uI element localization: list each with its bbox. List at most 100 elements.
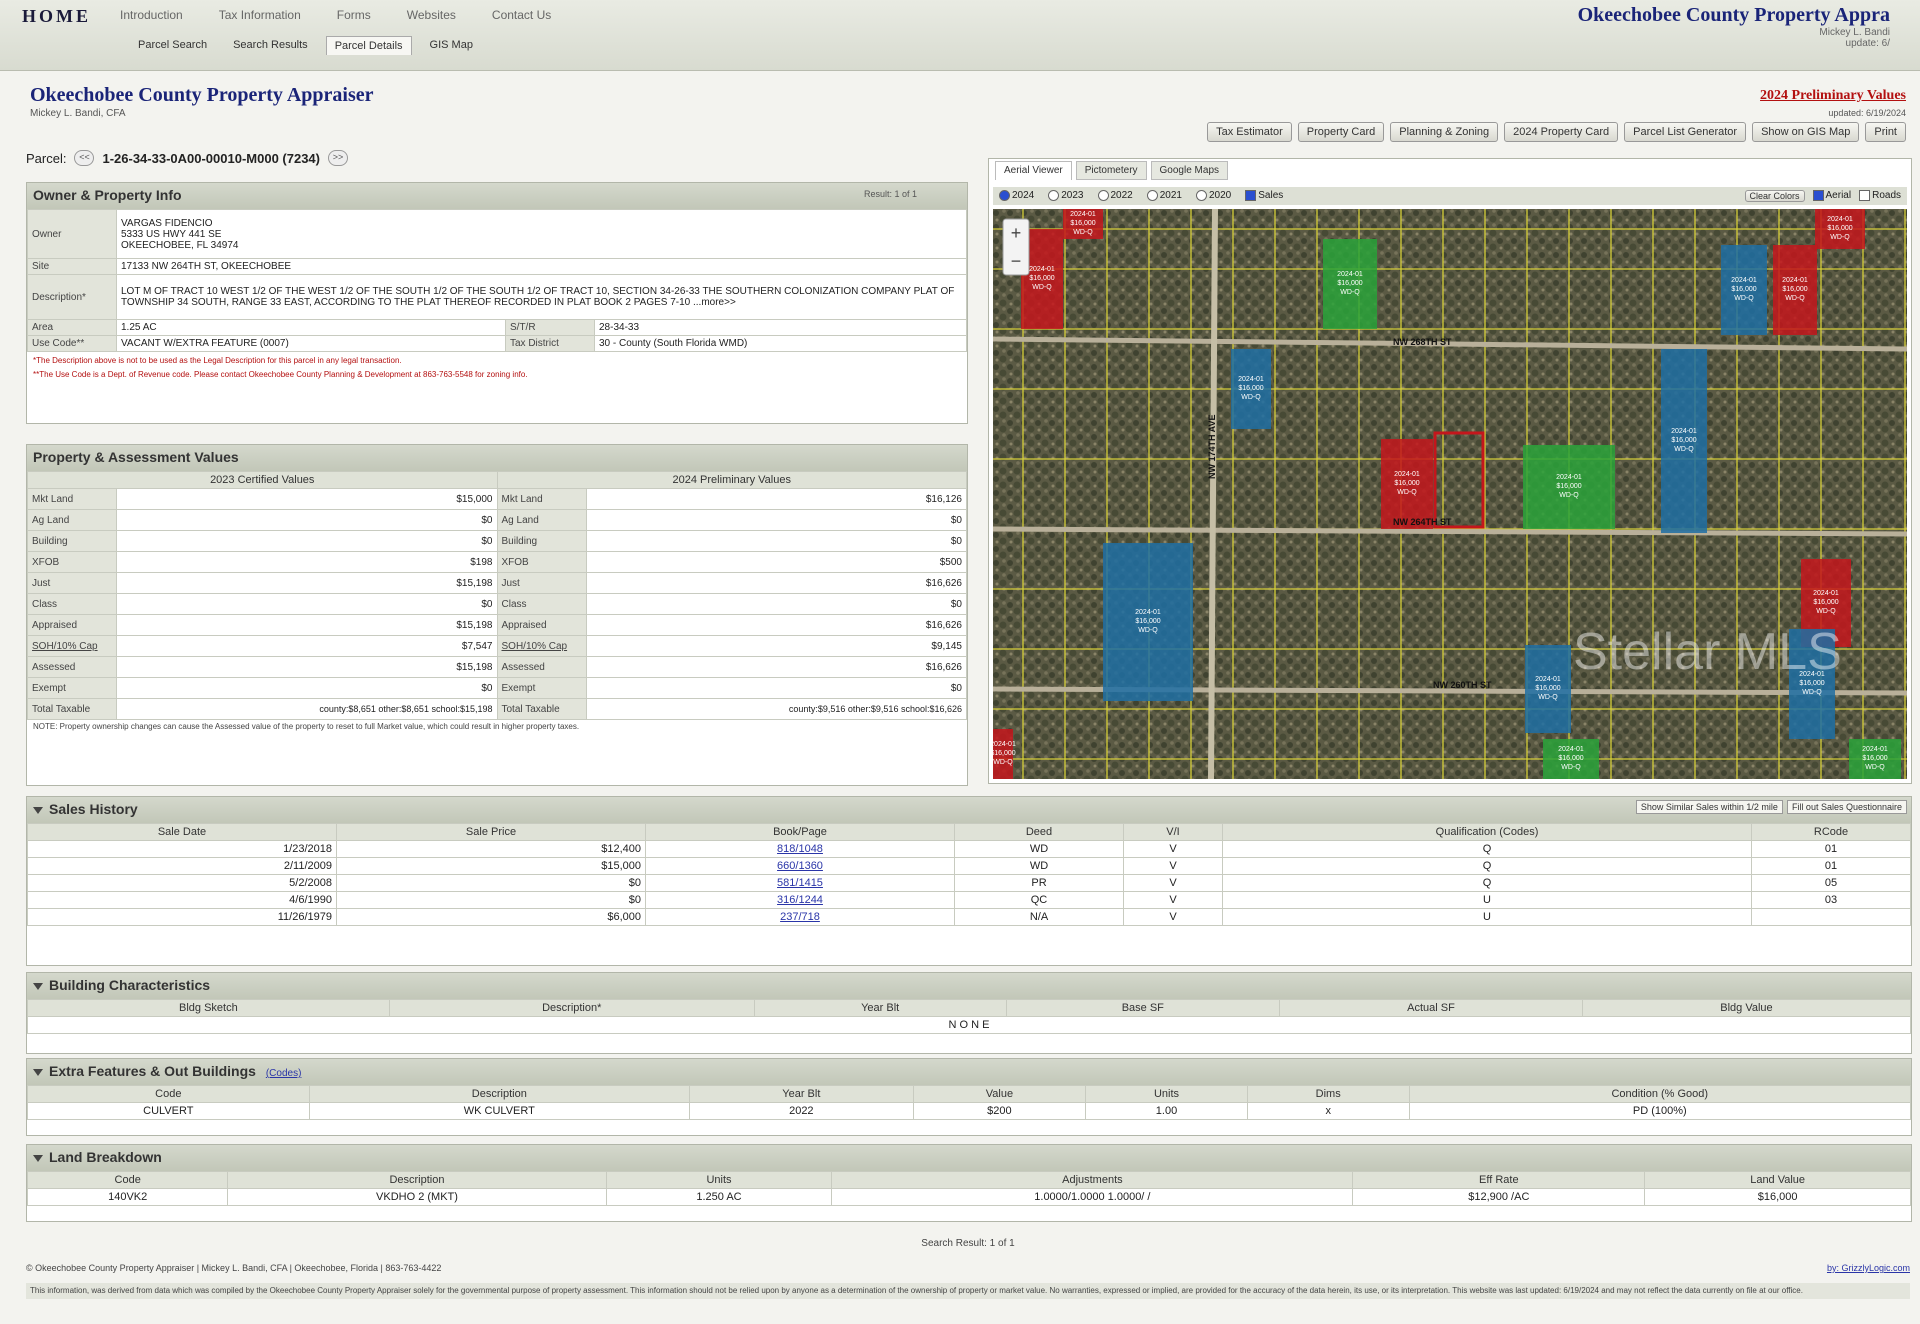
book-page-link[interactable]: 818/1048 xyxy=(645,840,955,858)
sale-parcel-label: WD-Q xyxy=(1241,394,1261,401)
sale-parcel-label: 2024-01 xyxy=(1394,471,1420,478)
property-card-button[interactable]: Property Card xyxy=(1297,122,1385,142)
prelim-updated: updated: 6/19/2024 xyxy=(1828,108,1906,118)
table-cell: $12,900 /AC xyxy=(1352,1188,1646,1206)
value-label: Assessed xyxy=(496,656,587,678)
sales-checkbox[interactable]: Sales xyxy=(1245,190,1283,202)
menu-item-contact[interactable]: Contact Us xyxy=(492,8,551,22)
table-cell: QC xyxy=(954,891,1124,909)
aerial-map-svg[interactable]: 2024-01 $16,000 WD-Q 2024-01 $16,000 WD-Q 2024… xyxy=(993,209,1907,779)
value-2024: $500 xyxy=(585,551,967,573)
zoom-control[interactable]: + − xyxy=(1002,218,1030,276)
column-header: RCode xyxy=(1751,823,1911,841)
tab-parcel-details[interactable]: Parcel Details xyxy=(325,36,412,55)
tab-pictometery[interactable]: Pictometery xyxy=(1075,161,1147,180)
table-cell: 1.00 xyxy=(1085,1102,1248,1120)
property-card-2024-button[interactable]: 2024 Property Card xyxy=(1504,122,1619,142)
similar-sales-button[interactable]: Show Similar Sales within 1/2 mile xyxy=(1635,800,1783,814)
sale-parcel-label: 2024-01 xyxy=(1556,474,1582,481)
value-label[interactable]: SOH/10% Cap xyxy=(27,635,117,657)
year-2024-radio[interactable]: 2024 xyxy=(999,190,1034,202)
clear-colors-button[interactable]: Clear Colors xyxy=(1744,190,1805,202)
owner-label: Owner xyxy=(27,209,117,259)
collapse-icon[interactable] xyxy=(33,1068,43,1076)
table-cell: $0 xyxy=(336,891,646,909)
table-cell: $16,000 xyxy=(1644,1188,1911,1206)
collapse-icon[interactable] xyxy=(33,806,43,814)
sales-questionnaire-button[interactable]: Fill out Sales Questionnaire xyxy=(1786,800,1907,814)
extra-table: Code Description Year Blt Value Units Dims Con… xyxy=(27,1085,1912,1120)
value-2023: $15,198 xyxy=(116,572,498,594)
year-2020-radio[interactable]: 2020 xyxy=(1196,190,1231,202)
tab-gis-map[interactable]: GIS Map xyxy=(422,36,481,55)
column-header: Year Blt xyxy=(688,1085,914,1103)
page-subtitle: Mickey L. Bandi, CFA xyxy=(30,108,126,119)
panel-title: Sales History xyxy=(49,801,138,817)
sub-tabs: Parcel Search Search Results Parcel Deta… xyxy=(130,36,481,55)
codes-link[interactable]: (Codes) xyxy=(266,1068,302,1079)
menu-item-websites[interactable]: Websites xyxy=(407,8,456,22)
book-page-link[interactable]: 660/1360 xyxy=(645,857,955,875)
home-link[interactable]: HOME xyxy=(22,6,91,27)
table-cell: Q xyxy=(1222,857,1752,875)
column-header: Base SF xyxy=(1005,999,1281,1017)
tax-estimator-button[interactable]: Tax Estimator xyxy=(1207,122,1292,142)
year-2022-radio[interactable]: 2022 xyxy=(1097,190,1133,202)
credit-link[interactable]: by: GrizzlyLogic.com xyxy=(1827,1263,1910,1273)
tab-parcel-search[interactable]: Parcel Search xyxy=(130,36,215,55)
extra-features-panel: Extra Features & Out Buildings (Codes) C… xyxy=(26,1058,1912,1136)
prev-parcel-icon[interactable]: << xyxy=(74,150,95,166)
menu-item-introduction[interactable]: Introduction xyxy=(120,8,183,22)
book-page-link[interactable]: 581/1415 xyxy=(645,874,955,892)
checkbox-checked-icon xyxy=(1812,190,1824,201)
value-2023: $15,198 xyxy=(116,614,498,636)
sale-parcel-label: $16,000 xyxy=(1238,385,1263,392)
book-page-link[interactable]: 237/718 xyxy=(645,908,955,926)
value-label: Appraised xyxy=(496,614,587,636)
column-header: Condition (% Good) xyxy=(1408,1085,1912,1103)
tab-aerial-viewer[interactable]: Aerial Viewer xyxy=(995,161,1072,180)
tab-google-maps[interactable]: Google Maps xyxy=(1150,161,1229,180)
panel-header: Sales History Show Similar Sales within … xyxy=(27,797,1911,823)
column-header: Code xyxy=(27,1085,310,1103)
roads-checkbox[interactable]: Roads xyxy=(1859,190,1901,202)
column-header: Units xyxy=(1085,1085,1248,1103)
table-cell: $0 xyxy=(336,874,646,892)
show-gis-map-button[interactable]: Show on GIS Map xyxy=(1752,122,1860,142)
menu-item-tax-information[interactable]: Tax Information xyxy=(219,8,301,22)
brand-update: update: 6/ xyxy=(1845,38,1890,49)
aerial-map[interactable]: 2024-01 $16,000 WD-Q 2024-01 $16,000 WD-Q 2024… xyxy=(993,209,1907,779)
brand-subtitle: Mickey L. Bandi xyxy=(1819,27,1890,38)
parcel-id: 1-26-34-33-0A00-00010-M000 (7234) xyxy=(102,150,320,166)
planning-zoning-button[interactable]: Planning & Zoning xyxy=(1390,122,1499,142)
zoom-out-icon[interactable]: − xyxy=(1011,251,1022,271)
table-cell: $6,000 xyxy=(336,908,646,926)
menu-item-forms[interactable]: Forms xyxy=(337,8,371,22)
print-button[interactable]: Print xyxy=(1865,122,1906,142)
table-cell: x xyxy=(1246,1102,1410,1120)
sale-parcel-label: WD-Q xyxy=(993,759,1013,766)
prelim-values-link[interactable]: 2024 Preliminary Values xyxy=(1760,88,1906,104)
year-2023-radio[interactable]: 2023 xyxy=(1048,190,1084,202)
description-note: *The Description above is not to be used… xyxy=(33,356,402,365)
usecode-label: Use Code** xyxy=(27,335,117,352)
tab-search-results[interactable]: Search Results xyxy=(225,36,316,55)
collapse-icon[interactable] xyxy=(33,982,43,990)
value-2023: $198 xyxy=(116,551,498,573)
land-breakdown-panel: Land Breakdown Code Description Units Adjus… xyxy=(26,1144,1912,1222)
parcel-list-generator-button[interactable]: Parcel List Generator xyxy=(1624,122,1747,142)
str-label: S/T/R xyxy=(505,319,595,336)
checkbox-checked-icon xyxy=(1245,190,1257,202)
next-parcel-icon[interactable]: >> xyxy=(328,150,348,166)
value-label[interactable]: SOH/10% Cap xyxy=(496,635,587,657)
value-2024: $16,126 xyxy=(585,488,967,510)
table-cell: VKDHO 2 (MKT) xyxy=(227,1188,607,1206)
column-header: Bldg Value xyxy=(1581,999,1912,1017)
collapse-icon[interactable] xyxy=(33,1154,43,1162)
sale-parcel-label: $16,000 xyxy=(1135,618,1160,625)
year-2021-radio[interactable]: 2021 xyxy=(1146,190,1182,202)
book-page-link[interactable]: 316/1244 xyxy=(645,891,955,909)
aerial-checkbox[interactable]: Aerial xyxy=(1812,190,1851,202)
copyright: © Okeechobee County Property Appraiser |… xyxy=(26,1263,442,1273)
zoom-in-icon[interactable]: + xyxy=(1011,223,1022,243)
